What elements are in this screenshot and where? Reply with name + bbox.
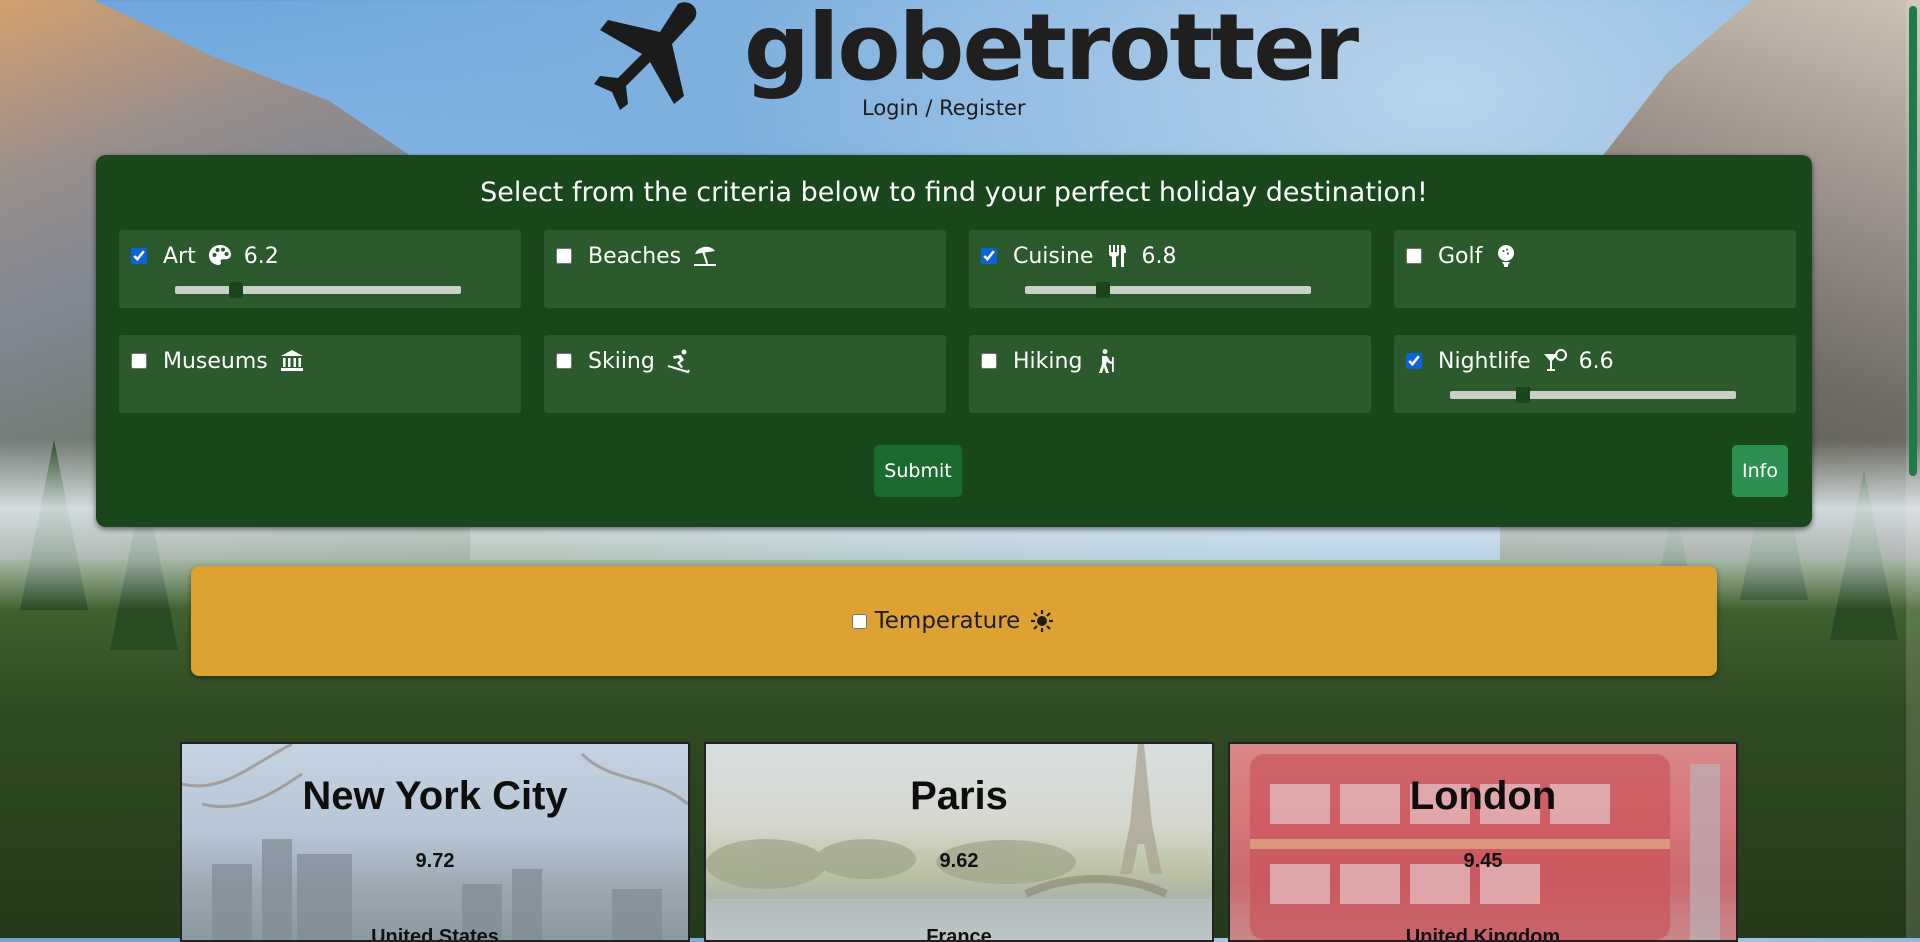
criterion-label: Art <box>163 243 196 269</box>
art-value: 6.2 <box>243 243 279 269</box>
card-country: France <box>926 926 992 942</box>
cuisine-value: 6.8 <box>1141 243 1177 269</box>
logo[interactable]: globetrotter <box>580 0 1359 118</box>
criteria-heading: Select from the criteria below to find y… <box>480 177 1428 208</box>
criterion-label: Cuisine <box>1013 243 1094 269</box>
card-score: 9.72 <box>415 850 455 872</box>
criterion-golf: Golf <box>1394 230 1796 308</box>
golf-ball-icon <box>1492 242 1520 270</box>
museums-checkbox[interactable] <box>131 353 147 369</box>
nightlife-slider-thumb[interactable] <box>1515 387 1530 403</box>
golf-checkbox[interactable] <box>1406 248 1422 264</box>
cuisine-slider-thumb[interactable] <box>1096 282 1111 298</box>
nightlife-checkbox[interactable] <box>1406 353 1422 369</box>
card-country: United Kingdom <box>1405 926 1561 942</box>
card-score: 9.45 <box>1463 850 1503 872</box>
destination-card[interactable]: London 9.45 United Kingdom <box>1228 742 1738 942</box>
card-city: London <box>1409 774 1557 818</box>
scrollbar-thumb[interactable] <box>1909 6 1917 476</box>
beaches-checkbox[interactable] <box>556 248 572 264</box>
header: globetrotter Login / Register <box>0 0 1920 125</box>
criterion-label: Hiking <box>1013 348 1083 374</box>
criterion-art: Art 6.2 <box>119 230 521 308</box>
art-checkbox[interactable] <box>131 248 147 264</box>
destination-card[interactable]: New York City 9.72 United States <box>180 742 690 942</box>
temperature-panel: Temperature <box>191 566 1717 676</box>
cuisine-checkbox[interactable] <box>981 248 997 264</box>
card-country: United States <box>371 926 499 942</box>
page-scrollbar[interactable] <box>1906 0 1920 938</box>
criterion-label: Golf <box>1438 243 1483 269</box>
card-score: 9.62 <box>939 850 979 872</box>
criteria-panel: Select from the criteria below to find y… <box>96 155 1812 527</box>
skiing-icon <box>665 347 693 375</box>
palette-icon <box>206 242 234 270</box>
skiing-checkbox[interactable] <box>556 353 572 369</box>
criterion-museums: Museums <box>119 335 521 413</box>
criterion-label: Nightlife <box>1438 348 1531 374</box>
nightlife-value: 6.6 <box>1578 348 1614 374</box>
criterion-label: Museums <box>163 348 268 374</box>
destination-card[interactable]: Paris 9.62 France <box>704 742 1214 942</box>
submit-button[interactable]: Submit <box>874 445 962 497</box>
umbrella-beach-icon <box>691 242 719 270</box>
criterion-label: Beaches <box>588 243 682 269</box>
criterion-cuisine: Cuisine 6.8 <box>969 230 1371 308</box>
info-button[interactable]: Info <box>1732 445 1788 497</box>
card-city: Paris <box>910 774 1008 818</box>
cuisine-slider[interactable] <box>1025 282 1311 298</box>
logo-text: globetrotter <box>744 0 1359 101</box>
temperature-checkbox[interactable] <box>851 613 867 629</box>
landmark-icon <box>278 347 306 375</box>
airplane-icon <box>594 2 697 110</box>
art-slider[interactable] <box>175 282 461 298</box>
utensils-icon <box>1103 242 1131 270</box>
card-city: New York City <box>302 774 568 818</box>
cocktail-icon <box>1541 347 1569 375</box>
temperature-label: Temperature <box>874 608 1021 634</box>
criterion-nightlife: Nightlife 6.6 <box>1394 335 1796 413</box>
hiking-checkbox[interactable] <box>981 353 997 369</box>
sun-icon <box>1028 607 1056 635</box>
criterion-hiking: Hiking <box>969 335 1371 413</box>
criterion-skiing: Skiing <box>544 335 946 413</box>
login-register-link[interactable]: Login / Register <box>862 96 1026 120</box>
art-slider-thumb[interactable] <box>229 282 244 298</box>
nightlife-slider[interactable] <box>1450 387 1736 403</box>
criterion-beaches: Beaches <box>544 230 946 308</box>
criterion-label: Skiing <box>588 348 655 374</box>
hiking-icon <box>1092 347 1120 375</box>
